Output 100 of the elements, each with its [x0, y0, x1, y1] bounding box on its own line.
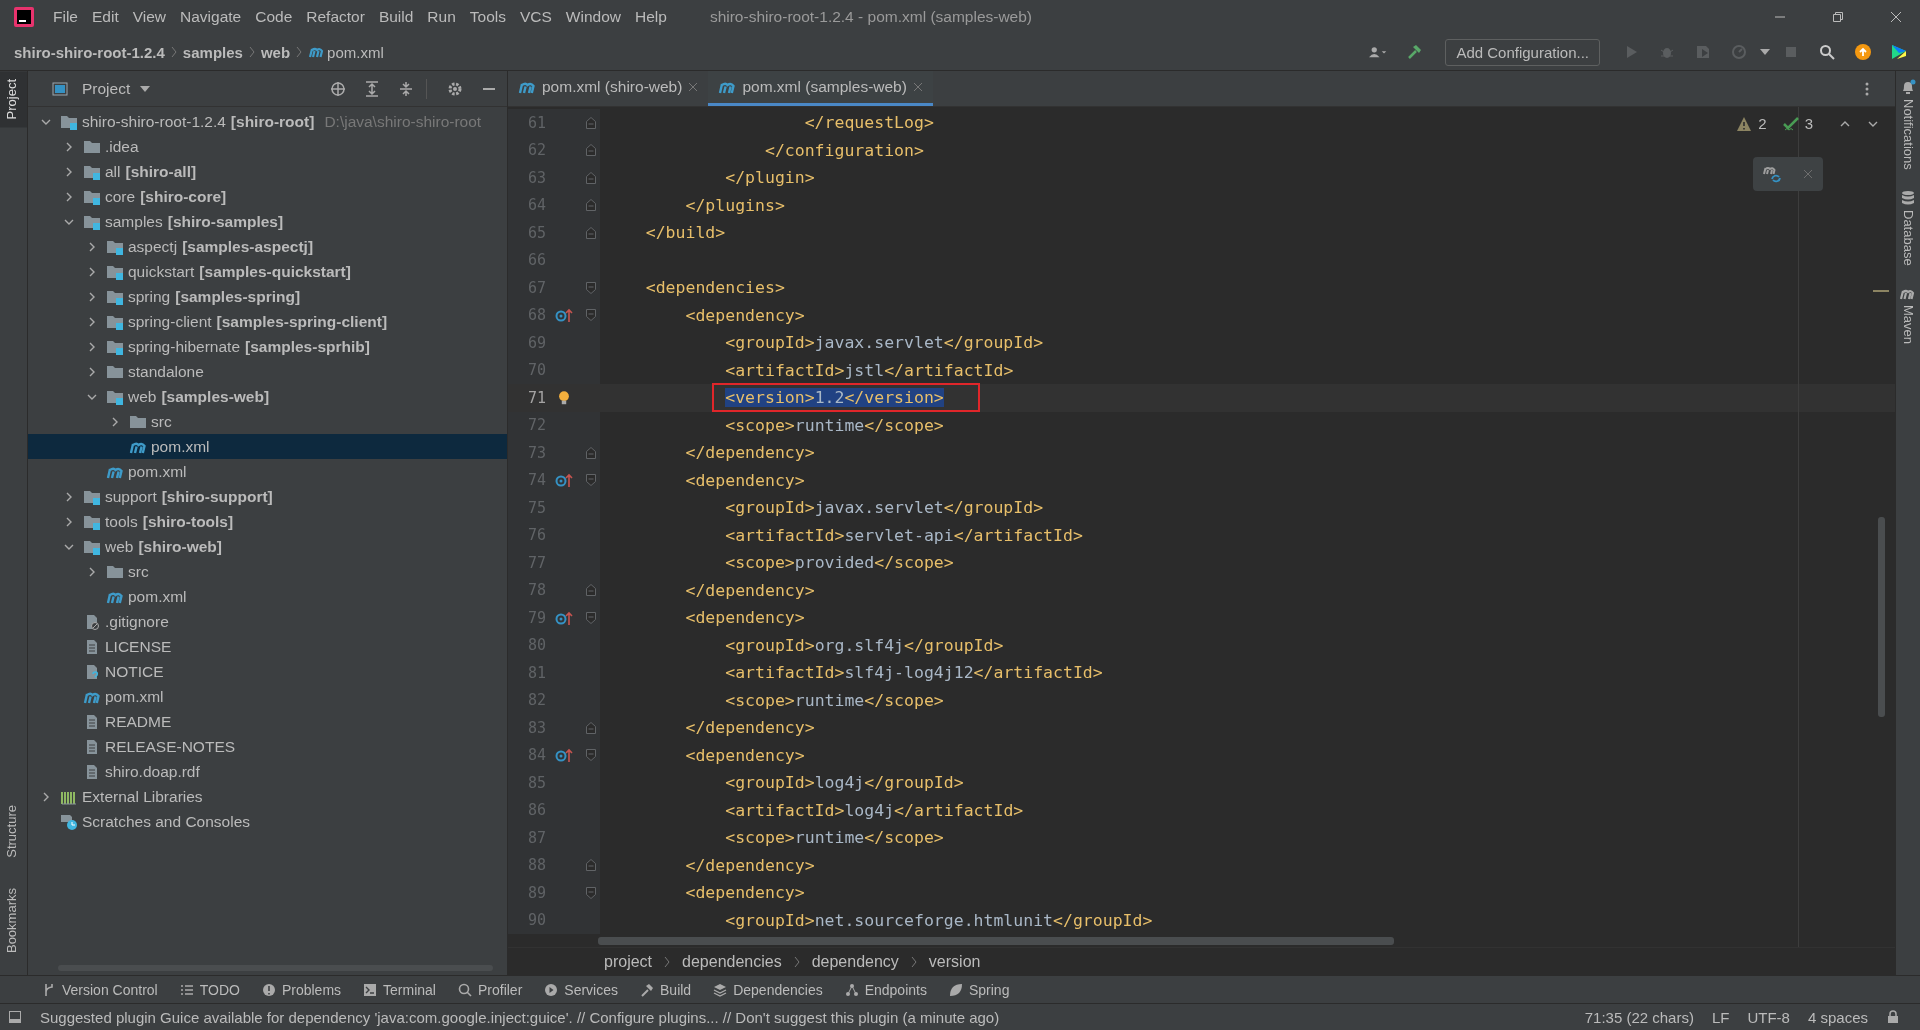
menu-item[interactable]: Code — [248, 8, 300, 26]
tool-window-button[interactable]: Spring — [948, 981, 1010, 998]
warning-icon[interactable] — [1736, 115, 1753, 132]
add-configuration-button[interactable]: Add Configuration... — [1445, 38, 1600, 66]
fold-end-marker-icon[interactable] — [585, 858, 597, 873]
tree-item[interactable]: aspectj [samples-aspectj] — [28, 234, 507, 259]
fold-end-marker-icon[interactable] — [585, 198, 597, 213]
checkmark-icon[interactable] — [1782, 115, 1799, 132]
tree-item[interactable]: samples [shiro-samples] — [28, 209, 507, 234]
tree-item[interactable]: pom.xml — [28, 459, 507, 484]
fold-end-marker-icon[interactable] — [585, 143, 597, 158]
tree-item[interactable]: shiro-shiro-root-1.2.4 [shiro-root] D:\java\shiro-shiro-root — [28, 109, 507, 134]
scrollbar-thumb[interactable] — [598, 937, 1394, 945]
tree-item[interactable]: src — [28, 409, 507, 434]
menu-item[interactable]: VCS — [512, 8, 559, 26]
override-marker-icon[interactable] — [555, 472, 573, 489]
tree-item[interactable]: web [samples-web] — [28, 384, 507, 409]
menu-item[interactable]: Refactor — [299, 8, 372, 26]
tool-window-button[interactable]: Build — [640, 981, 692, 998]
tool-window-tab[interactable]: Project — [0, 71, 27, 128]
menu-item[interactable]: Window — [558, 8, 628, 26]
fold-end-marker-icon[interactable] — [585, 720, 597, 735]
panel-title[interactable]: Project — [82, 79, 131, 98]
tree-item[interactable]: pom.xml — [28, 584, 507, 609]
tree-item[interactable]: tools [shiro-tools] — [28, 509, 507, 534]
tree-item[interactable]: spring-hibernate [samples-sprhib] — [28, 334, 507, 359]
toolbox-logo-icon[interactable] — [1890, 44, 1908, 60]
fold-marker-icon[interactable] — [585, 748, 597, 763]
update-icon[interactable] — [1854, 44, 1872, 60]
fold-marker-icon[interactable] — [585, 610, 597, 625]
menu-item[interactable]: View — [125, 8, 174, 26]
menu-item[interactable]: Tools — [462, 8, 513, 26]
tree-item[interactable]: .idea — [28, 134, 507, 159]
check-count[interactable]: 3 — [1804, 115, 1813, 132]
menu-item[interactable]: Help — [628, 8, 674, 26]
fold-end-marker-icon[interactable] — [585, 170, 597, 185]
tree-item[interactable]: Scratches and Consoles — [28, 809, 507, 834]
tree-item[interactable]: src — [28, 559, 507, 584]
breadcrumb-item[interactable]: dependency — [811, 952, 899, 971]
menu-item[interactable]: Build — [371, 8, 421, 26]
tree-item[interactable]: shiro.doap.rdf — [28, 759, 507, 784]
status-message[interactable]: Suggested plugin Guice available for dependency 'java:com.google.inject:guice'. // Configure plugins... // Don't suggest this plugin (a minute ago) — [40, 1008, 1000, 1026]
menu-item[interactable]: Run — [420, 8, 463, 26]
tree-item[interactable]: spring-client [samples-spring-client] — [28, 309, 507, 334]
tree-item[interactable]: RELEASE-NOTES — [28, 734, 507, 759]
restore-icon[interactable] — [1832, 11, 1844, 23]
layout-icon[interactable] — [8, 1010, 22, 1024]
dropdown-arrow-icon[interactable] — [140, 83, 151, 94]
crosshair-icon[interactable] — [330, 80, 346, 97]
expand-all-icon[interactable] — [364, 80, 380, 97]
maven-reload-icon[interactable] — [1763, 165, 1783, 183]
override-marker-icon[interactable] — [555, 307, 573, 324]
tool-window-tab[interactable]: Notifications — [1900, 79, 1916, 170]
tool-window-tab[interactable]: Maven — [1900, 285, 1916, 345]
tree-item[interactable]: pom.xml — [28, 434, 507, 459]
tool-window-button[interactable]: TODO — [179, 981, 240, 998]
file-encoding[interactable]: UTF-8 — [1747, 1008, 1790, 1026]
tree-item[interactable]: support [shiro-support] — [28, 484, 507, 509]
line-separator[interactable]: LF — [1711, 1008, 1730, 1026]
breadcrumb-item[interactable]: shiro-shiro-root-1.2.4 — [14, 43, 165, 61]
fold-marker-icon[interactable] — [585, 280, 597, 295]
override-marker-icon[interactable] — [555, 747, 573, 764]
breadcrumb-item[interactable]: version — [928, 952, 981, 971]
settings-icon[interactable] — [447, 80, 463, 97]
tree-item[interactable]: core [shiro-core] — [28, 184, 507, 209]
tool-window-tab[interactable]: Database — [1900, 189, 1916, 266]
tree-item[interactable]: spring [samples-spring] — [28, 284, 507, 309]
editor-tab[interactable]: pom.xml (shiro-web) — [508, 71, 709, 106]
breadcrumb-item[interactable]: dependencies — [682, 952, 782, 971]
menu-item[interactable]: Navigate — [173, 8, 249, 26]
caret-position[interactable]: 71:35 (22 chars) — [1584, 1008, 1694, 1026]
tool-window-button[interactable]: Dependencies — [713, 981, 823, 998]
collapse-all-icon[interactable] — [398, 80, 414, 97]
tree-item[interactable]: LICENSE — [28, 634, 507, 659]
tool-window-tab[interactable]: Structure — [0, 797, 27, 866]
scrollbar-thumb[interactable] — [1878, 517, 1885, 717]
indent-setting[interactable]: 4 spaces — [1807, 1008, 1868, 1026]
tree-item[interactable]: pom.xml — [28, 684, 507, 709]
breadcrumb-item[interactable]: pom.xml — [327, 43, 384, 61]
fold-end-marker-icon[interactable] — [585, 225, 597, 240]
tree-item[interactable]: quickstart [samples-quickstart] — [28, 259, 507, 284]
tool-window-tab[interactable]: Bookmarks — [0, 879, 27, 961]
close-icon[interactable] — [1890, 11, 1902, 23]
fold-marker-icon[interactable] — [585, 308, 597, 323]
fold-end-marker-icon[interactable] — [585, 445, 597, 460]
breadcrumb-item[interactable]: project — [604, 952, 653, 971]
tool-window-button[interactable]: Profiler — [457, 981, 523, 998]
tool-window-button[interactable]: Endpoints — [844, 981, 927, 998]
menu-item[interactable]: File — [46, 8, 85, 26]
tool-window-button[interactable]: Problems — [261, 981, 342, 998]
fold-end-marker-icon[interactable] — [585, 115, 597, 130]
tool-window-button[interactable]: Services — [544, 981, 618, 998]
override-marker-icon[interactable] — [555, 609, 573, 626]
tree-item[interactable]: README — [28, 709, 507, 734]
tree-item[interactable]: .gitignore — [28, 609, 507, 634]
breadcrumb-item[interactable]: web — [260, 43, 291, 61]
dropdown-arrow-icon[interactable] — [1760, 47, 1770, 57]
tool-window-button[interactable]: Version Control — [42, 981, 158, 998]
user-icon[interactable] — [1369, 44, 1388, 60]
fold-marker-icon[interactable] — [585, 885, 597, 900]
